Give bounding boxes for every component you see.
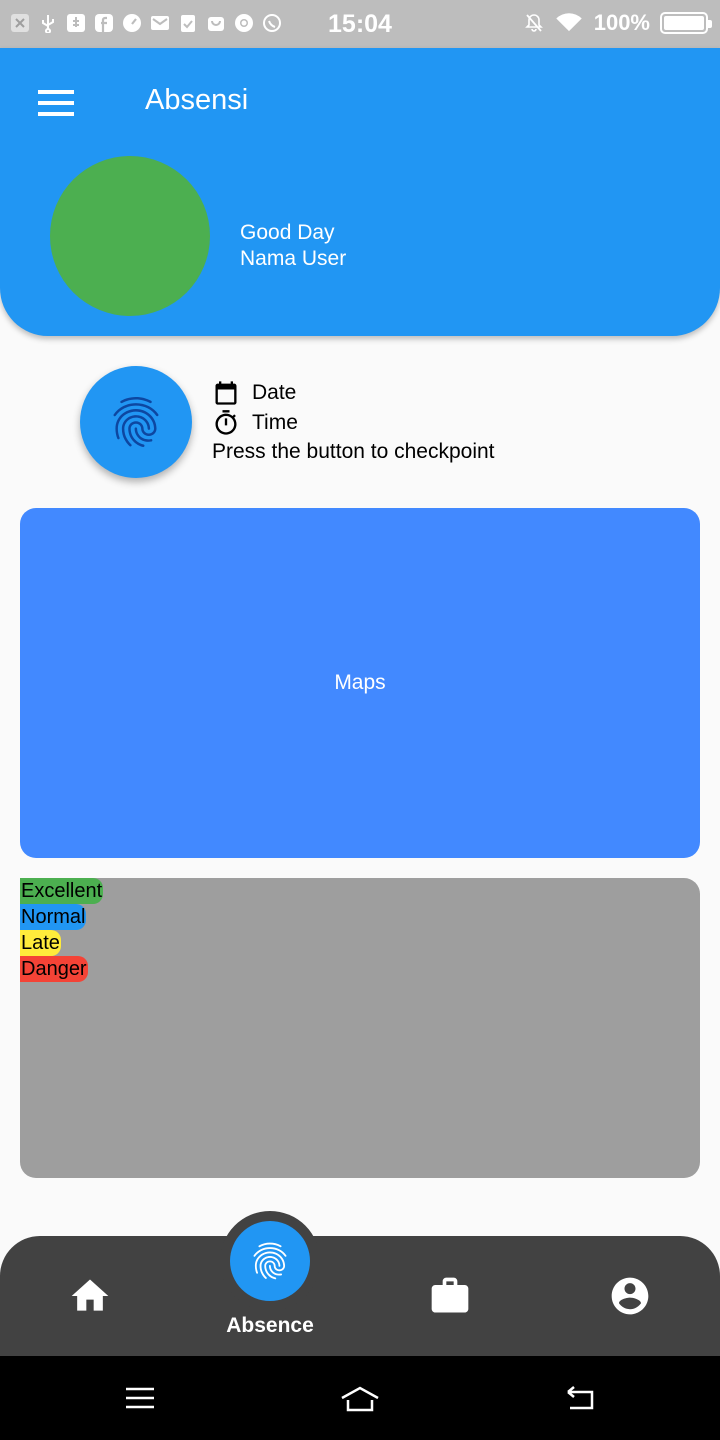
menu-icon (38, 90, 74, 94)
legend-item-excellent: Excellent (20, 878, 104, 904)
battery-percent: 100% (593, 10, 650, 35)
nav-absence-label: Absence (226, 1314, 314, 1337)
menu-button[interactable] (38, 90, 74, 116)
legend-item-normal: Normal (20, 904, 87, 930)
profile-header: Absensi Good Day Nama User (0, 48, 720, 336)
menu-lines-icon (126, 1387, 154, 1409)
nav-profile[interactable] (606, 1272, 654, 1320)
system-menu-button[interactable] (118, 1376, 162, 1420)
greeting-block: Good Day Nama User (240, 220, 346, 272)
system-home-button[interactable] (338, 1376, 382, 1420)
status-legend: Excellent Normal Late Danger (20, 878, 700, 1178)
checkpoint-button[interactable] (80, 366, 192, 478)
battery-icon (660, 12, 712, 34)
nav-home[interactable] (66, 1272, 114, 1320)
back-arrow-icon (567, 1386, 594, 1410)
status-bar: 15:04 100% (0, 0, 720, 48)
maps-label: Maps (334, 671, 386, 694)
avatar (50, 156, 210, 316)
app-title: Absensi (145, 84, 249, 116)
notifications-off-icon (524, 12, 544, 34)
time-row: Time (212, 408, 495, 438)
legend-item-danger: Danger (20, 956, 88, 982)
wifi-icon (554, 12, 584, 34)
system-navigation-bar (0, 1356, 720, 1440)
calendar-icon (215, 381, 237, 405)
briefcase-icon (431, 1277, 469, 1313)
house-outline-icon (341, 1386, 379, 1412)
fingerprint-icon (113, 397, 159, 447)
fingerprint-icon (253, 1242, 287, 1280)
status-right: 100% (524, 10, 712, 36)
date-row: Date (212, 378, 495, 408)
account-circle-icon (611, 1277, 649, 1315)
system-back-button[interactable] (558, 1376, 602, 1420)
home-icon (71, 1279, 109, 1311)
greeting-text: Good Day (240, 221, 335, 244)
timer-icon (215, 410, 237, 435)
nav-absence[interactable] (230, 1221, 310, 1301)
date-label: Date (252, 381, 297, 404)
checkpoint-info: Date Time Press the button to checkpoint (212, 378, 495, 466)
maps-panel[interactable]: Maps (20, 508, 700, 858)
checkpoint-instruction: Press the button to checkpoint (212, 440, 495, 463)
time-label: Time (252, 411, 298, 434)
nav-work[interactable] (426, 1272, 474, 1320)
legend-item-late: Late (20, 930, 61, 956)
user-name: Nama User (240, 247, 347, 270)
